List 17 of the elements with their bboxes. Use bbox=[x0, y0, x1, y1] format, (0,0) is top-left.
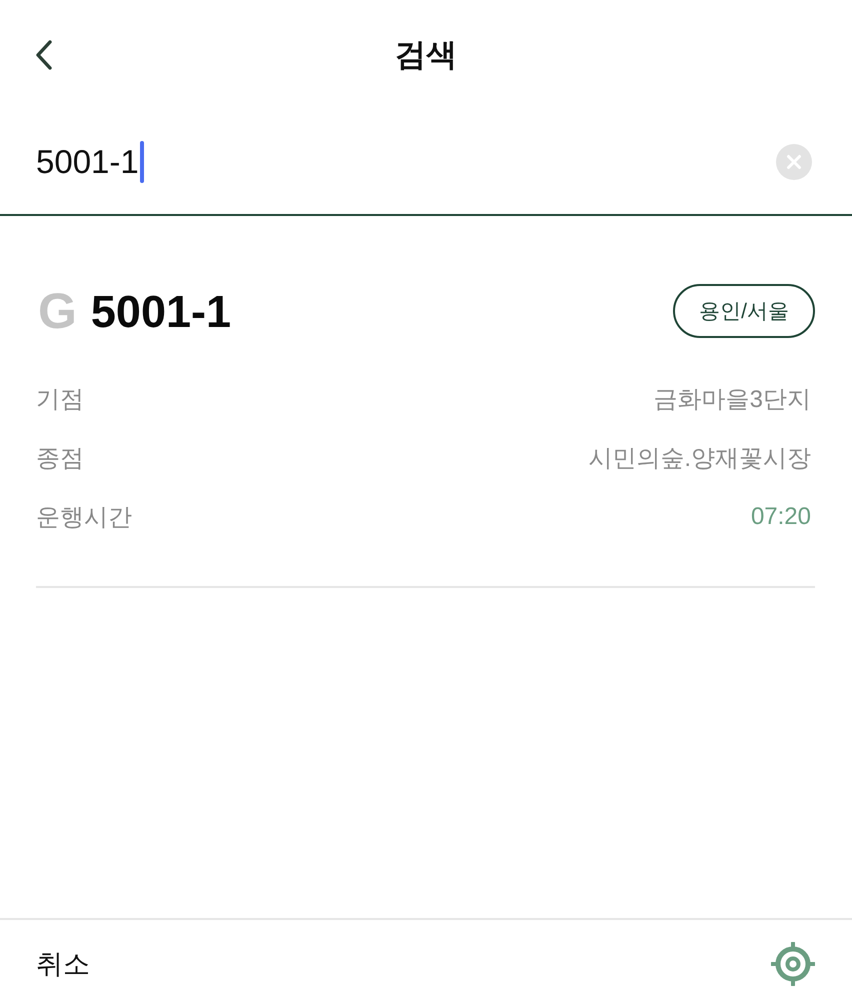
detail-value: 금화마을3단지 bbox=[654, 384, 811, 414]
route-type-letter: G bbox=[38, 286, 77, 336]
region-badge: 용인/서울 bbox=[673, 284, 815, 338]
page-title: 검색 bbox=[395, 36, 457, 74]
route-number: 5001-1 bbox=[90, 288, 232, 334]
detail-label: 기점 bbox=[36, 384, 84, 414]
locate-button[interactable] bbox=[771, 942, 815, 986]
detail-value: 시민의숲.양재꽃시장 bbox=[588, 444, 811, 474]
target-icon bbox=[771, 942, 815, 986]
detail-label: 운행시간 bbox=[36, 502, 132, 532]
text-cursor-icon bbox=[140, 141, 144, 183]
search-field[interactable]: 5001-1 bbox=[36, 137, 760, 187]
detail-label: 종점 bbox=[36, 444, 84, 474]
back-chevron-icon bbox=[35, 40, 53, 70]
clear-icon bbox=[776, 144, 812, 180]
detail-value: 07:20 bbox=[750, 502, 811, 530]
cancel-button[interactable]: 취소 bbox=[36, 946, 90, 982]
